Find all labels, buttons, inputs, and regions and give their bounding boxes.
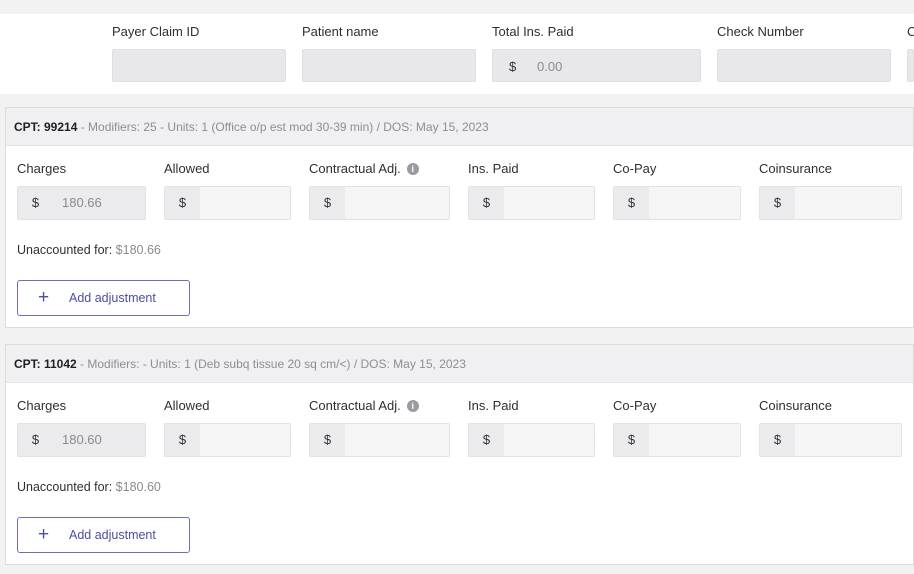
- charges-value: 180.66: [62, 195, 102, 210]
- allowed-label: Allowed: [164, 398, 210, 413]
- coinsurance-label: Coinsurance: [759, 398, 832, 413]
- ins-paid-input[interactable]: $: [468, 186, 595, 220]
- currency-prefix: $: [469, 187, 504, 219]
- currency-prefix: $: [165, 424, 200, 456]
- unaccounted-label: Unaccounted for:: [17, 243, 116, 257]
- contractual-adj-input[interactable]: $: [309, 423, 450, 457]
- currency-prefix: $: [614, 187, 649, 219]
- copay-input[interactable]: $: [613, 423, 741, 457]
- currency-prefix: $: [18, 424, 53, 456]
- check-number-label: Check Number: [717, 24, 804, 39]
- currency-prefix: $: [18, 187, 53, 219]
- allowed-input[interactable]: $: [164, 186, 291, 220]
- total-ins-paid-label: Total Ins. Paid: [492, 24, 574, 39]
- info-icon[interactable]: i: [406, 163, 419, 175]
- contractual-adj-text: Contractual Adj.: [309, 161, 401, 176]
- ins-paid-input[interactable]: $: [468, 423, 595, 457]
- check-number-input[interactable]: [717, 49, 891, 82]
- claim-header: Payer Claim ID Patient name Total Ins. P…: [0, 14, 914, 94]
- currency-prefix: $: [310, 424, 345, 456]
- charges-label: Charges: [17, 161, 67, 176]
- contractual-adj-label: Contractual Adj. i: [309, 398, 419, 413]
- patient-name-label: Patient name: [302, 24, 379, 39]
- copay-input[interactable]: $: [613, 186, 741, 220]
- charges-input[interactable]: $ 180.66: [17, 186, 146, 220]
- coinsurance-label: Coinsurance: [759, 161, 832, 176]
- copay-label: Co-Pay: [613, 161, 657, 176]
- total-ins-paid-value: 0.00: [537, 59, 563, 74]
- charges-value: 180.60: [62, 432, 102, 447]
- currency-prefix: $: [310, 187, 345, 219]
- add-adjustment-button[interactable]: + Add adjustment: [17, 517, 190, 553]
- cpt-code: CPT: 11042: [14, 357, 77, 371]
- cpt-code: CPT: 99214: [14, 120, 78, 134]
- info-icon[interactable]: i: [406, 400, 419, 412]
- currency-prefix: $: [469, 424, 504, 456]
- currency-prefix: $: [509, 59, 517, 74]
- patient-name-input[interactable]: [302, 49, 476, 82]
- line-item-card: CPT: 99214 - Modifiers: 25 - Units: 1 (O…: [5, 107, 914, 328]
- plus-icon: +: [38, 524, 50, 545]
- currency-prefix: $: [760, 187, 795, 219]
- contractual-adj-label: Contractual Adj. i: [309, 161, 419, 176]
- top-strip: [0, 0, 914, 14]
- payer-claim-id-label: Payer Claim ID: [112, 24, 200, 39]
- coinsurance-input[interactable]: $: [759, 186, 902, 220]
- charges-input[interactable]: $ 180.60: [17, 423, 146, 457]
- copay-label: Co-Pay: [613, 398, 657, 413]
- contractual-adj-text: Contractual Adj.: [309, 398, 401, 413]
- currency-prefix: $: [760, 424, 795, 456]
- unaccounted-amount: $180.66: [115, 243, 161, 257]
- line-item-card: CPT: 11042 - Modifiers: - Units: 1 (Deb …: [5, 344, 914, 565]
- plus-icon: +: [38, 287, 50, 308]
- line-item-header: CPT: 11042 - Modifiers: - Units: 1 (Deb …: [6, 345, 913, 383]
- ins-paid-label: Ins. Paid: [468, 398, 519, 413]
- coinsurance-input[interactable]: $: [759, 423, 902, 457]
- add-adjustment-label: Add adjustment: [69, 528, 156, 542]
- clipped-column-label: C: [907, 24, 914, 39]
- total-ins-paid-input[interactable]: $ 0.00: [492, 49, 701, 82]
- unaccounted-text: Unaccounted for: $180.60: [17, 480, 161, 494]
- add-adjustment-label: Add adjustment: [69, 291, 156, 305]
- cpt-details: - Modifiers: - Units: 1 (Deb subq tissue…: [76, 357, 466, 371]
- payer-claim-id-input[interactable]: [112, 49, 286, 82]
- currency-prefix: $: [165, 187, 200, 219]
- allowed-input[interactable]: $: [164, 423, 291, 457]
- charges-label: Charges: [17, 398, 67, 413]
- line-item-header: CPT: 99214 - Modifiers: 25 - Units: 1 (O…: [6, 108, 913, 146]
- ins-paid-label: Ins. Paid: [468, 161, 519, 176]
- add-adjustment-button[interactable]: + Add adjustment: [17, 280, 190, 316]
- currency-prefix: $: [614, 424, 649, 456]
- contractual-adj-input[interactable]: $: [309, 186, 450, 220]
- unaccounted-amount: $180.60: [115, 480, 161, 494]
- clipped-column-input[interactable]: [907, 49, 914, 82]
- unaccounted-label: Unaccounted for:: [17, 480, 116, 494]
- unaccounted-text: Unaccounted for: $180.66: [17, 243, 161, 257]
- cpt-details: - Modifiers: 25 - Units: 1 (Office o/p e…: [77, 120, 489, 134]
- allowed-label: Allowed: [164, 161, 210, 176]
